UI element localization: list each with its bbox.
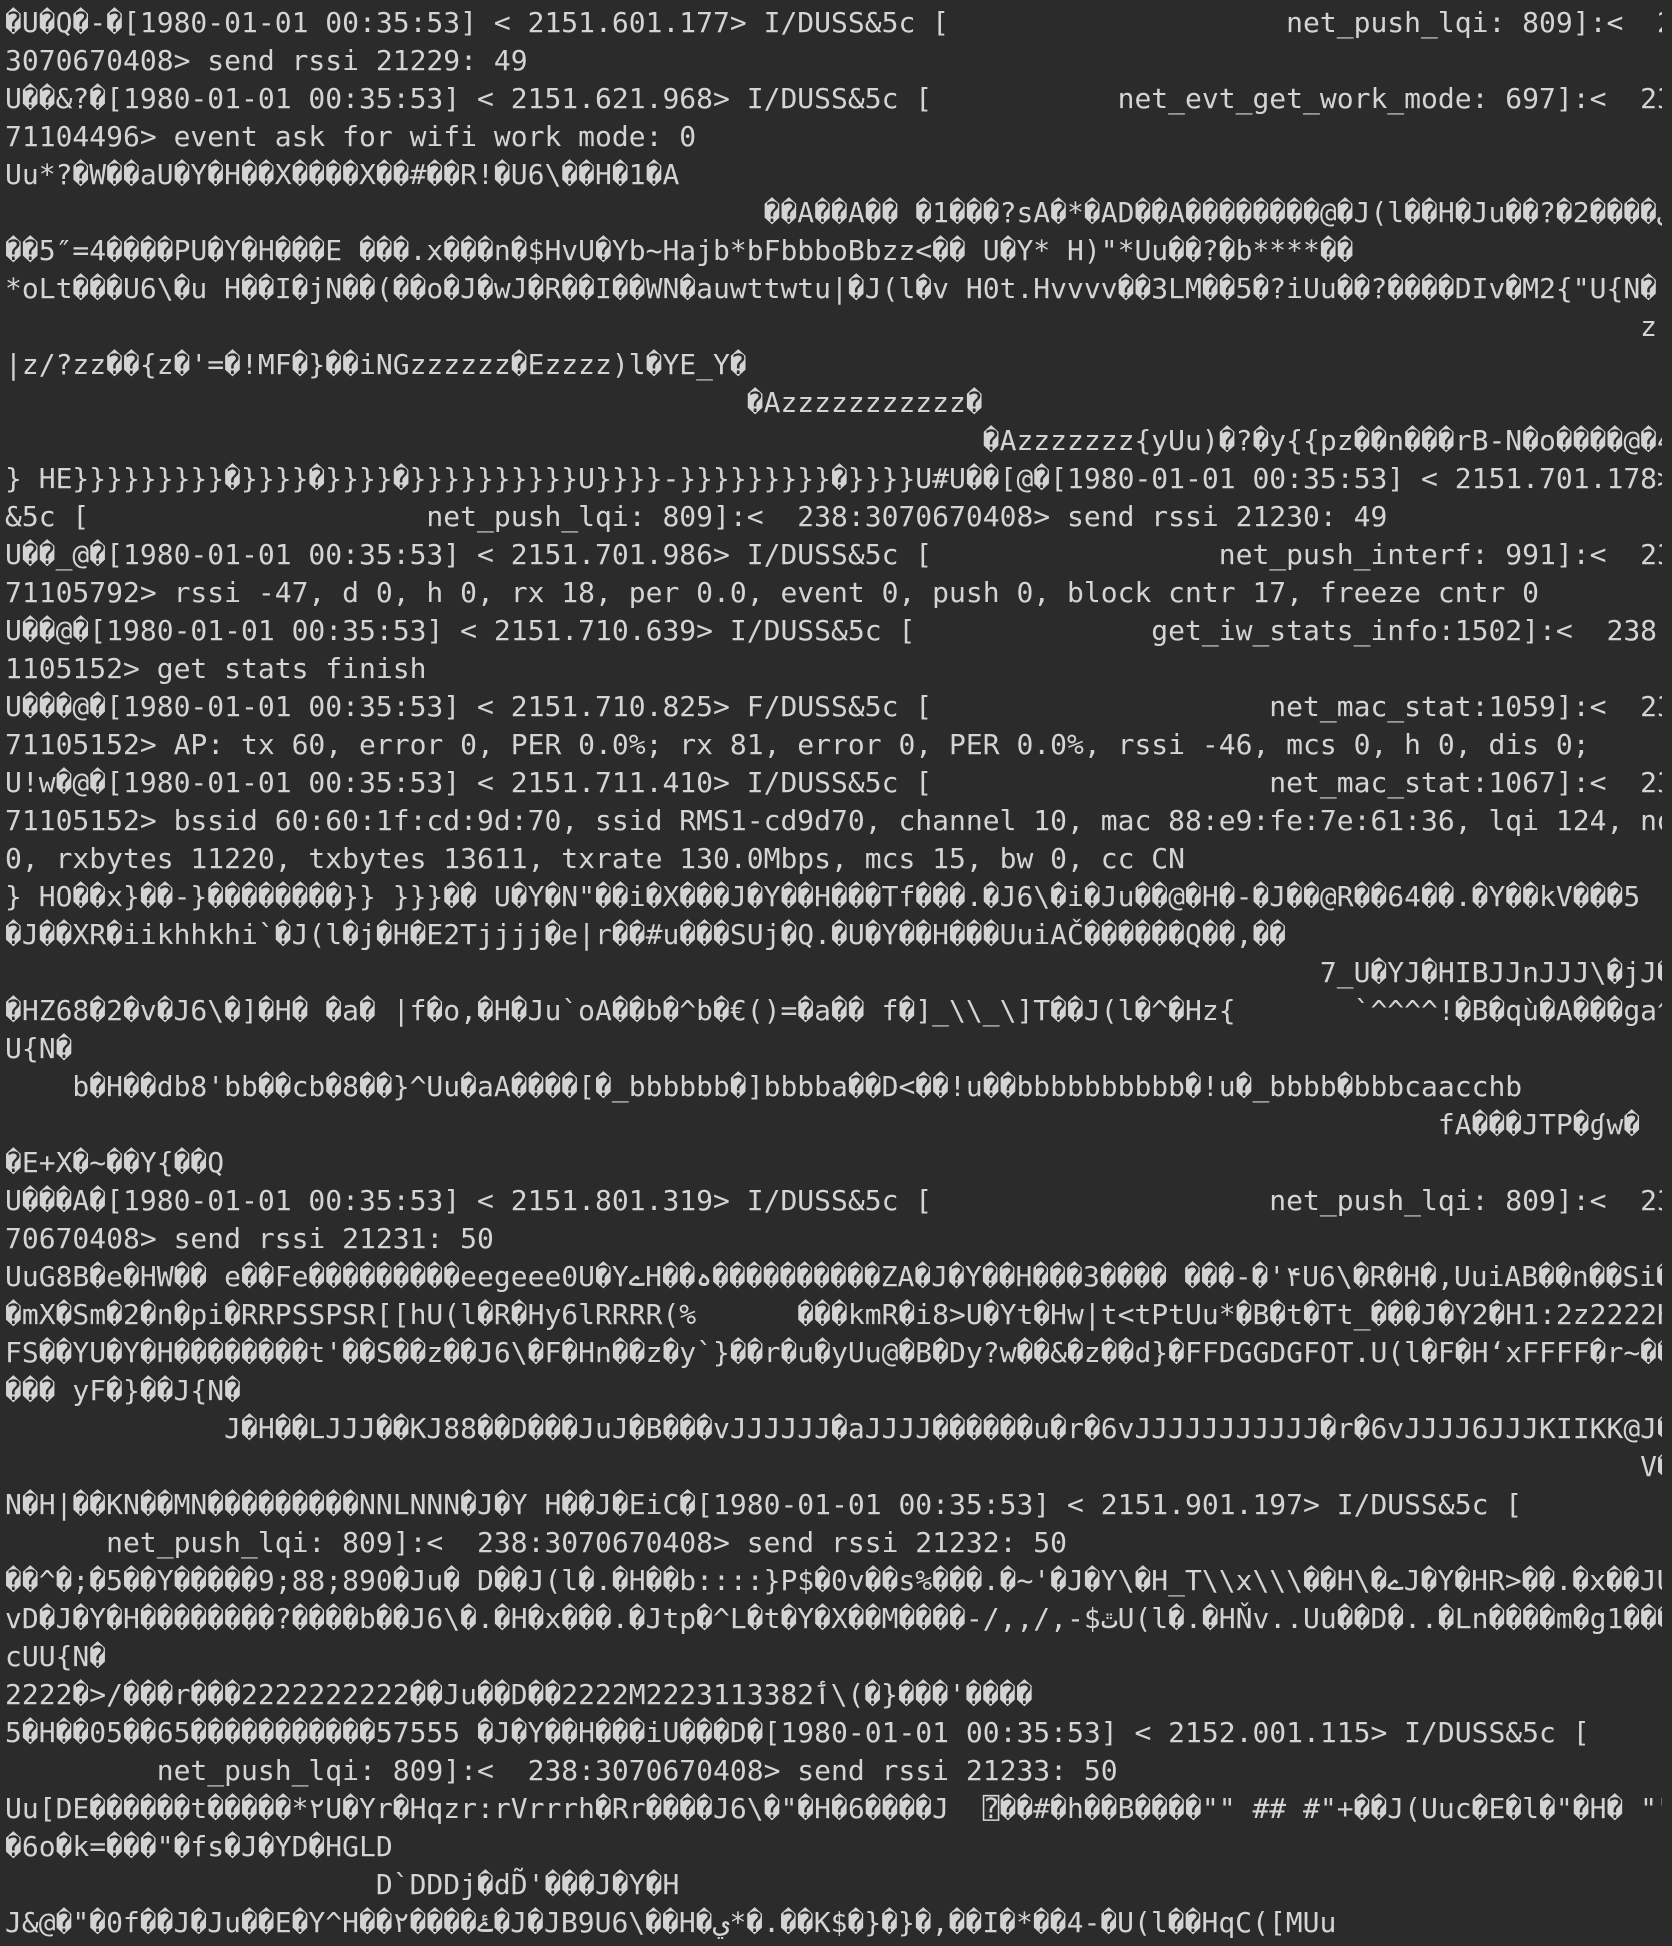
terminal-line: �HZ68�2�v�J6\�]�H� �a� |f�o,�H�Ju`oA��b�… (5, 994, 1662, 1027)
terminal-line: ��^�;�5��Y�����9;88;890�Ju� D��J(l�.�H��… (5, 1564, 1662, 1597)
terminal-line: z H�� (5, 310, 1662, 343)
terminal-line: cUU{N� (5, 1640, 107, 1673)
terminal-line: U���A�[1980-01-01 00:35:53] < 2151.801.3… (5, 1184, 1662, 1217)
terminal-line: �mX�Sm�2�n�pi�RRPSSPSR[[hU(l�R�Hy6lRRRR(… (5, 1298, 1662, 1331)
terminal-line: U���@�[1980-01-01 00:35:53] < 2151.710.8… (5, 690, 1662, 723)
terminal-line: ��� yF�}��J{N� (5, 1374, 242, 1407)
terminal-line: V�� (5, 1450, 1662, 1483)
terminal-line: 71104496> event ask for wifi work mode: … (5, 120, 697, 153)
terminal-line: net_push_lqi: 809]:< 238:3070670408> sen… (5, 1526, 1068, 1559)
terminal-line: Uu*?�W��aU�Y�H��X����X��#��R!�U6\��H�1�A (5, 158, 680, 191)
terminal-line: �J��XR�iikhhkhi`�J(l�j�H�E2Tjjjj�e|r��#u… (5, 918, 1287, 951)
terminal-line: 7_U�YJ�HIBJJnJJJ\�jJ���J�Y (5, 956, 1662, 989)
terminal-line: D`DDDj�dD̃'���J�Y�H (5, 1868, 680, 1901)
terminal-line: J�H��LJJJ��KJ88��D���JuJ�B���vJJJJJJ�aJJ… (5, 1412, 1662, 1445)
terminal-line: 71105152> bssid 60:60:1f:cd:9d:70, ssid … (5, 804, 1662, 837)
terminal-line: 71105792> rssi -47, d 0, h 0, rx 18, per… (5, 576, 1540, 609)
terminal-line: ��5″=4����PU�Y�H���E ���.x���n�$HvU�Yb~H… (5, 234, 1354, 267)
terminal-line: 1105152> get stats finish (5, 652, 427, 685)
terminal-line: net_push_lqi: 809]:< 238:3070670408> sen… (5, 1754, 1118, 1787)
terminal-line: ��A��A�� �1���?sA�*�AD��A��������@�J(l��… (763, 196, 1662, 229)
terminal-window[interactable]: �U�Q�-�[1980-01-01 00:35:53] < 2151.601.… (0, 0, 1672, 1946)
terminal-line: fA���JTP�ɠw� (5, 1108, 1641, 1141)
terminal-line: b�H��db8'bb��cb�8��}^Uu�aA����[�_bbbbbb�… (5, 1070, 1523, 1103)
terminal-line: �Azzzzzzz{yUu)�?�y{{pz��n���rB-N�o����@�… (5, 424, 1662, 457)
terminal-line: U{N� (5, 1032, 73, 1065)
terminal-line: *oLt���U6\�u H��I�jN��(��o�J�wJ�R��I��WN… (5, 272, 1658, 305)
terminal-line: } HO��x}��-}��������}} }}}�� U�Y�N"��i�X… (5, 880, 1641, 913)
terminal-line: 5�H��05��65�����������57555 �J�Y��H���iU… (5, 1716, 1590, 1749)
terminal-line: UuG8B�e�HW�� e��Fe���������eegeee0U�YےH�… (5, 1260, 1662, 1293)
terminal-line: �E+X�~��Y{��Q (5, 1146, 225, 1179)
terminal-line: vD�J�Y�H��������?����b��J6\�.�H�x���.�Jt… (5, 1602, 1662, 1635)
terminal-line: 70670408> send rssi 21231: 50 (5, 1222, 494, 1255)
terminal-line: 0, rxbytes 11220, txbytes 13611, txrate … (5, 842, 1186, 875)
terminal-line: U��&?�[1980-01-01 00:35:53] < 2151.621.9… (5, 82, 1662, 115)
terminal-line: U!w�@�[1980-01-01 00:35:53] < 2151.711.4… (5, 766, 1662, 799)
terminal-line: 71105152> AP: tx 60, error 0, PER 0.0%; … (5, 728, 1590, 761)
terminal-line: Uu[DE������t�����*۲U�Yr�Hqzr:rVrrrh�Rr��… (5, 1792, 1662, 1825)
terminal-line: |z/?zz��{z�'=�!MF�}��iNGzzzzzz�Ezzzz)l�Y… (5, 348, 747, 381)
terminal-line: FS��YU�Y�H��������t'��S��z��J6\�F�Hn��z�… (5, 1336, 1662, 1369)
terminal-line: �6o�k=���"�fs�J�YD�HGLD (5, 1830, 393, 1863)
terminal-line: �Azzzzzzzzzzz� (5, 386, 983, 419)
terminal-line: U��@�[1980-01-01 00:35:53] < 2151.710.63… (5, 614, 1662, 647)
terminal-line: } HE}}}}}}}}}�}}}}�}}}}�}}}}}}}}}}U}}}}-… (5, 462, 1662, 495)
terminal-line: 3070670408> send rssi 21229: 49 (5, 44, 528, 77)
terminal-line: U��_@�[1980-01-01 00:35:53] < 2151.701.9… (5, 538, 1662, 571)
terminal-line: 2222�>/���r���2222222222��Ju��D��2222M22… (5, 1678, 1033, 1711)
terminal-line: �U�Q�-�[1980-01-01 00:35:53] < 2151.601.… (5, 6, 1662, 39)
terminal-line: &5c [ net_push_lqi: 809]:< 238:307067040… (5, 500, 1388, 533)
terminal-line: J&@�"�0f��J�Ju��E�Y^H��ۓ����۲�J�JB9U6\��… (5, 1906, 1337, 1939)
terminal-output[interactable]: �U�Q�-�[1980-01-01 00:35:53] < 2151.601.… (0, 0, 1672, 1942)
terminal-line: N�H|��KN��MN���������NNLNNN�J�Y H��J�EiC… (5, 1488, 1523, 1521)
